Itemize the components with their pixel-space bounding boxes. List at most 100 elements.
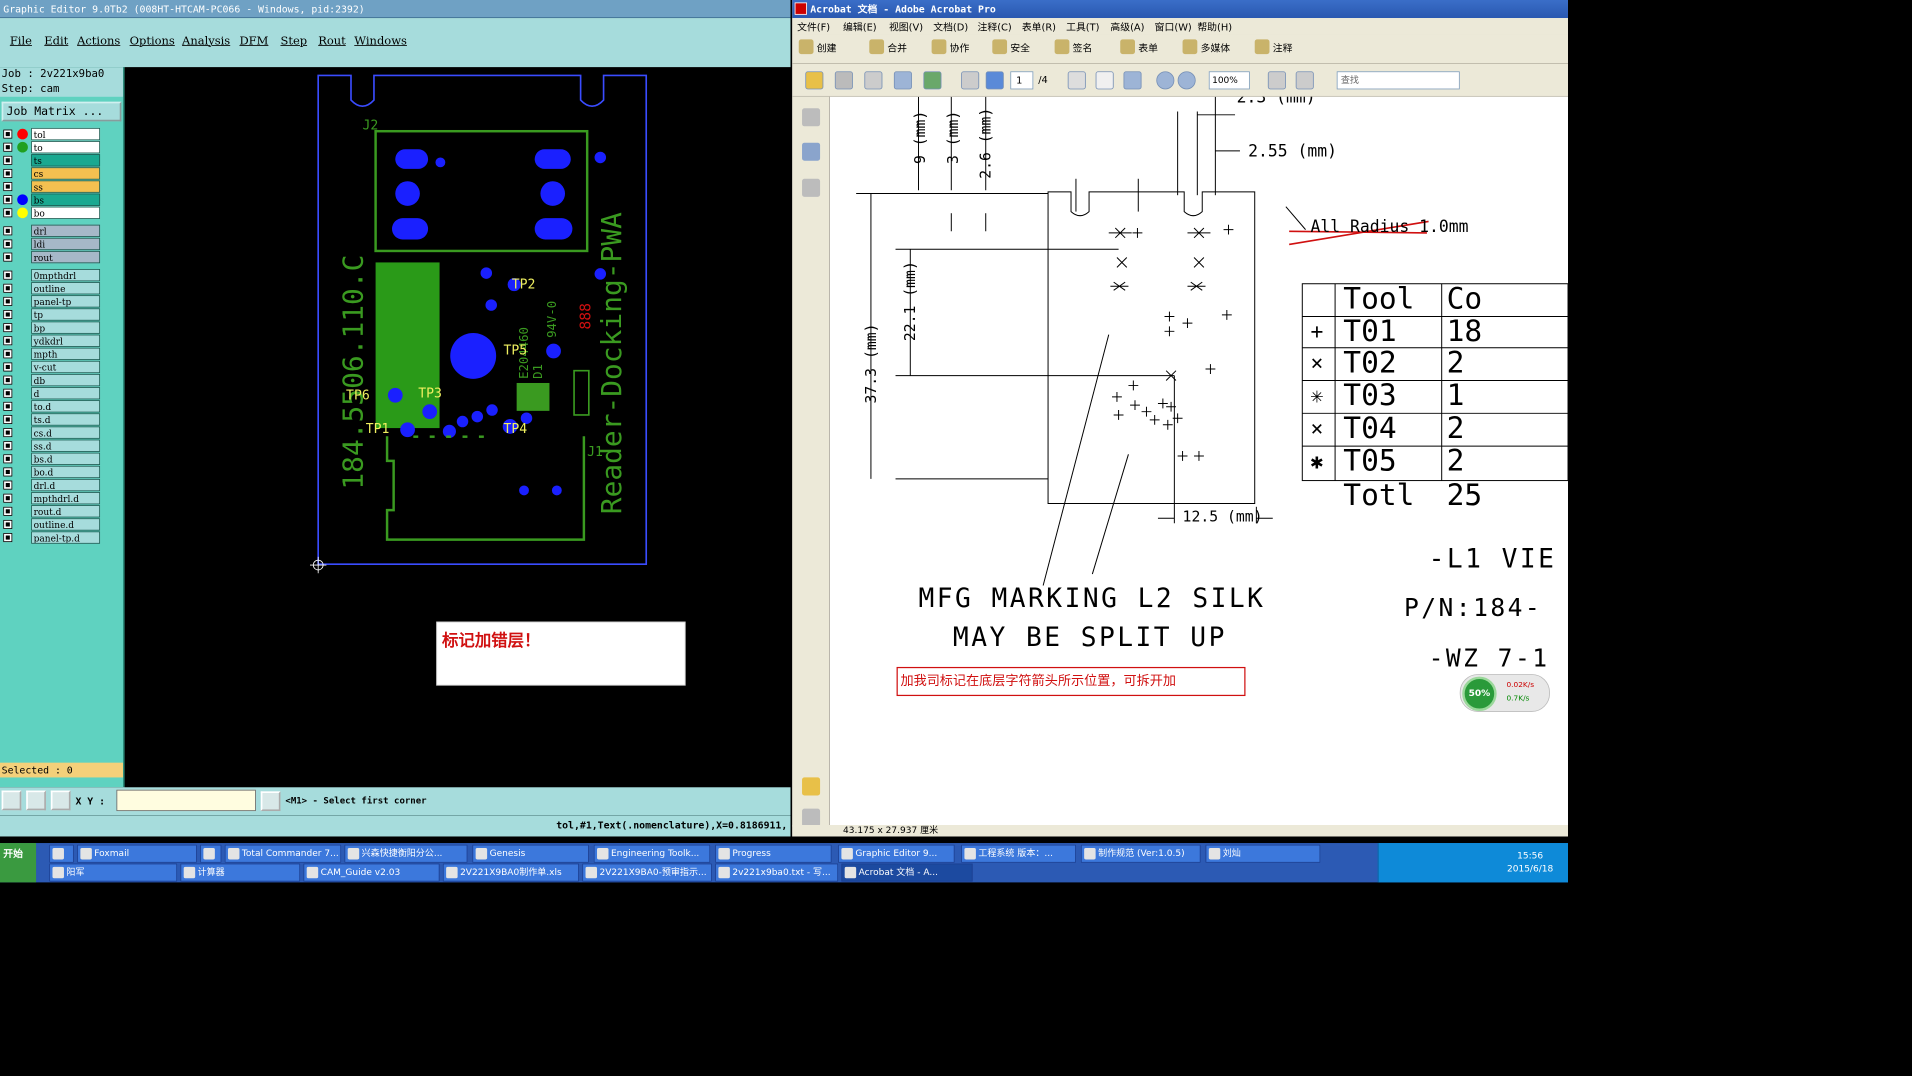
layer-name[interactable]: bp xyxy=(31,321,101,334)
layer-name[interactable]: db xyxy=(31,373,101,387)
layer-name[interactable]: ts xyxy=(31,154,101,167)
taskbar-button[interactable]: CAM_Guide v2.03 xyxy=(303,863,440,882)
taskbar-button[interactable] xyxy=(49,844,74,863)
zoom-tool-icon[interactable] xyxy=(1123,71,1142,90)
taskbar-button[interactable]: 工程系统 版本：... xyxy=(961,844,1076,863)
layer-row[interactable]: bo xyxy=(2,206,101,219)
layer-name[interactable]: cs.d xyxy=(31,426,101,439)
zoom-tool-button[interactable] xyxy=(1,790,22,811)
layer-row[interactable]: ss xyxy=(2,180,101,193)
comment-button[interactable]: 注释 xyxy=(1254,39,1292,55)
layer-name[interactable]: bo xyxy=(31,206,101,219)
layer-checkbox[interactable] xyxy=(3,309,13,320)
zoom-out-icon[interactable] xyxy=(1156,71,1175,90)
layer-checkbox[interactable] xyxy=(3,506,13,516)
layer-row[interactable]: bp xyxy=(2,321,101,334)
layer-row[interactable]: bs xyxy=(2,193,101,206)
layer-checkbox[interactable] xyxy=(3,362,13,372)
layer-row[interactable]: 0mpthdrl xyxy=(2,268,101,282)
layer-row[interactable]: to xyxy=(2,141,101,154)
multimedia-button[interactable]: 多媒体 xyxy=(1182,39,1230,55)
menu-rout[interactable]: Rout xyxy=(318,34,346,47)
open-icon[interactable] xyxy=(805,71,824,90)
hand-tool-icon[interactable] xyxy=(1095,71,1114,90)
job-matrix-button[interactable]: Job Matrix ... xyxy=(1,101,122,122)
layer-checkbox[interactable] xyxy=(3,182,13,192)
menu-windows[interactable]: Windows xyxy=(354,34,407,47)
layer-name[interactable]: ss xyxy=(31,180,101,193)
menu-help[interactable]: 帮助(H) xyxy=(1197,20,1232,34)
taskbar-button[interactable]: Genesis xyxy=(472,844,589,863)
taskbar-button[interactable]: Foxmail xyxy=(77,844,197,863)
layer-name[interactable]: ss.d xyxy=(31,439,101,452)
zoom-level[interactable]: 100% xyxy=(1208,71,1250,90)
taskbar-button[interactable]: Acrobat 文档 - A... xyxy=(841,863,973,882)
bookmarks-icon[interactable] xyxy=(802,142,821,161)
upload-icon[interactable] xyxy=(923,71,942,90)
email-icon[interactable] xyxy=(893,71,912,90)
layer-name[interactable]: bs.d xyxy=(31,452,101,465)
taskbar-button[interactable]: Engineering Toolk... xyxy=(593,844,711,863)
layer-checkbox[interactable] xyxy=(3,428,13,438)
layer-name[interactable]: panel-tp xyxy=(31,295,101,308)
taskbar-button[interactable]: 2V221X9BA0制作单.xls xyxy=(442,863,579,882)
xy-input[interactable] xyxy=(116,789,256,812)
zoom-in-icon[interactable] xyxy=(1177,71,1196,90)
layer-name[interactable]: drl.d xyxy=(31,478,101,492)
layer-checkbox[interactable] xyxy=(3,226,13,236)
layer-row[interactable]: db xyxy=(2,373,101,387)
layer-checkbox[interactable] xyxy=(3,323,13,333)
menu-view[interactable]: 视图(V) xyxy=(889,20,923,34)
layer-checkbox[interactable] xyxy=(3,208,13,218)
layer-row[interactable]: cs.d xyxy=(2,426,101,439)
layer-name[interactable]: to xyxy=(31,141,101,154)
layer-row[interactable]: tol xyxy=(2,127,101,141)
layer-checkbox[interactable] xyxy=(3,129,13,139)
layer-row[interactable]: mpth xyxy=(2,347,101,361)
save-icon[interactable] xyxy=(864,71,883,90)
layer-name[interactable]: outline.d xyxy=(31,518,101,531)
network-speed-widget[interactable]: 50% 0.02K/s 0.7K/s xyxy=(1459,674,1550,712)
layer-checkbox[interactable] xyxy=(3,252,13,262)
layer-name[interactable]: rout xyxy=(31,250,101,264)
layer-row[interactable]: rout xyxy=(2,250,101,264)
graphic-canvas[interactable]: 184.5506.110.C Reader-Docking-PWA E20446… xyxy=(124,67,791,788)
layer-checkbox[interactable] xyxy=(3,349,13,359)
layer-name[interactable]: 0mpthdrl xyxy=(31,268,101,282)
taskbar-button[interactable]: Total Commander 7... xyxy=(224,844,342,863)
attachments-icon[interactable] xyxy=(802,808,821,827)
layer-checkbox[interactable] xyxy=(3,467,13,477)
taskbar-button[interactable]: Graphic Editor 9... xyxy=(838,844,955,863)
combine-button[interactable]: 合并 xyxy=(869,39,907,55)
layer-row[interactable]: panel-tp xyxy=(2,295,101,308)
sign-button[interactable]: 签名 xyxy=(1054,39,1092,55)
menu-actions[interactable]: Actions xyxy=(77,34,120,47)
layer-row[interactable]: cs xyxy=(2,167,101,180)
menu-analysis[interactable]: Analysis xyxy=(182,34,230,47)
search-input[interactable]: 查找 xyxy=(1336,71,1460,90)
previous-page-icon[interactable] xyxy=(961,71,980,90)
menu-options[interactable]: Options xyxy=(130,34,175,47)
forms-button[interactable]: 表单 xyxy=(1120,39,1158,55)
create-button[interactable]: 创建 xyxy=(798,39,836,55)
next-page-icon[interactable] xyxy=(985,71,1004,90)
secure-button[interactable]: 安全 xyxy=(992,39,1030,55)
menu-comment[interactable]: 注释(C) xyxy=(978,20,1012,34)
layer-row[interactable]: to.d xyxy=(2,400,101,413)
menu-forms[interactable]: 表单(R) xyxy=(1022,20,1056,34)
layer-name[interactable]: ldi xyxy=(31,237,101,251)
layer-row[interactable]: ts xyxy=(2,154,101,167)
layer-row[interactable]: d xyxy=(2,387,101,400)
taskbar-button[interactable]: Progress xyxy=(715,844,832,863)
layer-checkbox[interactable] xyxy=(3,155,13,165)
layer-checkbox[interactable] xyxy=(3,142,13,152)
layer-name[interactable]: ydkdrl xyxy=(31,334,101,347)
layer-checkbox[interactable] xyxy=(3,239,13,249)
menu-tools[interactable]: 工具(T) xyxy=(1066,20,1099,34)
signatures-icon[interactable] xyxy=(802,178,821,197)
layer-name[interactable]: v-cut xyxy=(31,360,101,374)
layer-checkbox[interactable] xyxy=(3,336,13,346)
layer-checkbox[interactable] xyxy=(3,296,13,306)
layer-row[interactable]: outline xyxy=(2,282,101,295)
layer-row[interactable]: outline.d xyxy=(2,518,101,531)
